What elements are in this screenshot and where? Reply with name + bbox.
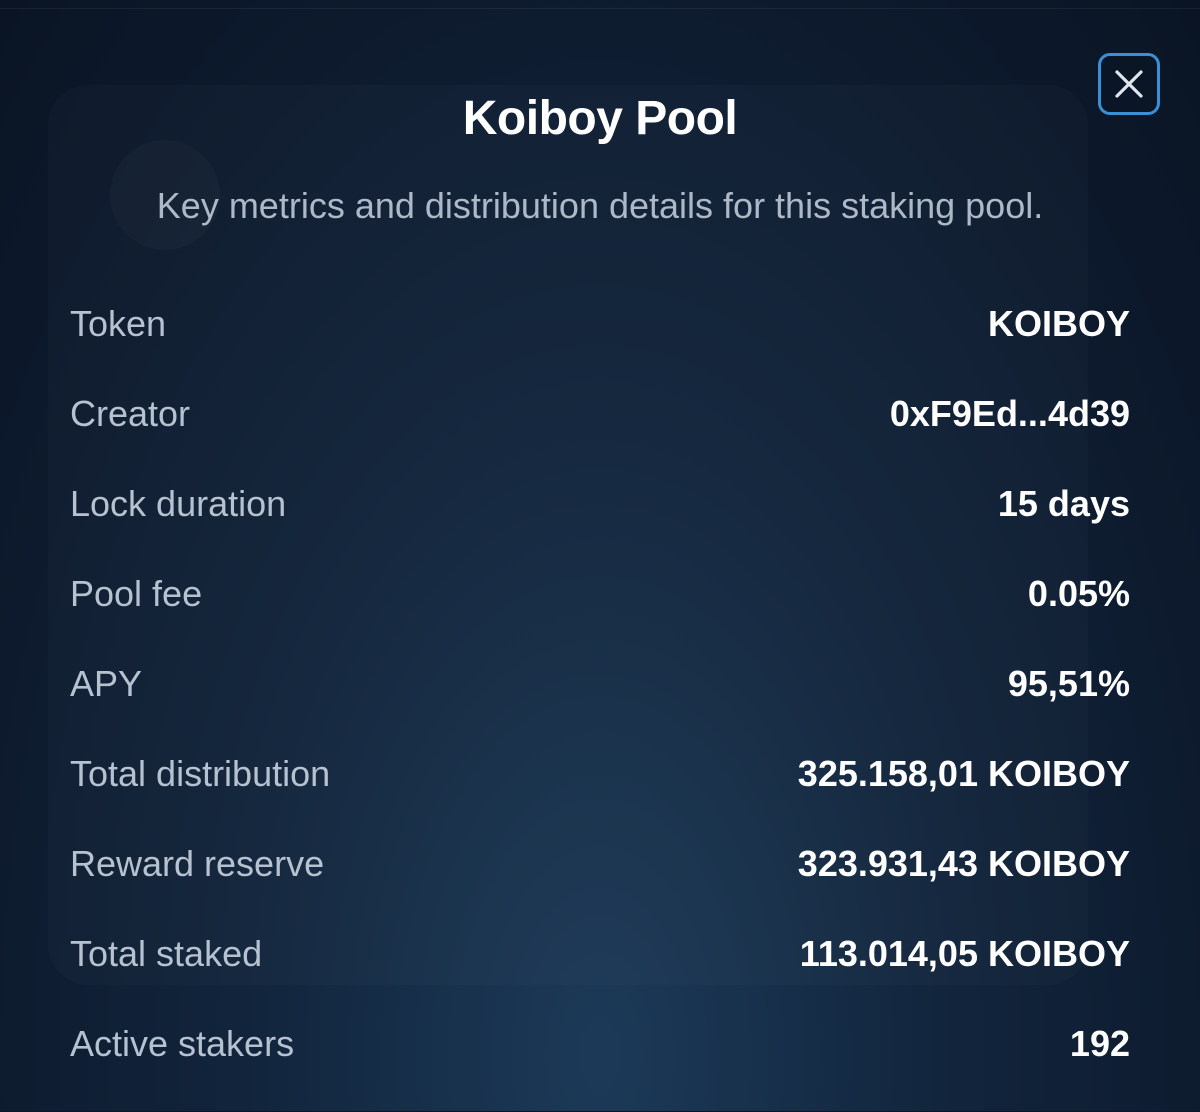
metric-row-lock-duration: Lock duration 15 days — [70, 459, 1130, 549]
metric-label: Active stakers — [70, 1023, 295, 1064]
metric-label: Reward reserve — [70, 843, 325, 884]
metric-row-token: Token KOIBOY — [70, 279, 1130, 369]
modal-subtitle: Key metrics and distribution details for… — [156, 185, 1044, 226]
metric-row-active-stakers: Active stakers 192 — [70, 999, 1130, 1089]
metric-value: 15 days — [997, 483, 1130, 524]
metric-row-reward-reserve: Reward reserve 323.931,43 KOIBOY — [70, 819, 1130, 909]
metric-value: 113.014,05 KOIBOY — [799, 933, 1130, 974]
metric-value: 323.931,43 KOIBOY — [797, 843, 1130, 884]
modal-title: Koiboy Pool — [462, 92, 738, 145]
metric-value: 192 — [1069, 1023, 1130, 1064]
metric-row-apy: APY 95,51% — [70, 639, 1130, 729]
metric-value: 95,51% — [1007, 663, 1130, 704]
metric-value: 0xF9Ed...4d39 — [889, 393, 1130, 434]
metric-row-pool-fee: Pool fee 0.05% — [70, 549, 1130, 639]
metric-label: APY — [70, 663, 143, 704]
metric-row-creator: Creator 0xF9Ed...4d39 — [70, 369, 1130, 459]
metric-label: Lock duration — [70, 483, 287, 524]
metric-value: 0.05% — [1027, 573, 1130, 614]
pool-details-modal: Koiboy Pool Key metrics and distribution… — [0, 8, 1200, 1112]
metric-label: Creator — [70, 393, 191, 434]
metric-value: 325.158,01 KOIBOY — [797, 753, 1130, 794]
metric-row-total-distribution: Total distribution 325.158,01 KOIBOY — [70, 729, 1130, 819]
metrics-list: Token KOIBOY Creator 0xF9Ed...4d39 Lock … — [70, 279, 1130, 1089]
metric-label: Token — [70, 303, 167, 344]
metric-label: Total distribution — [70, 753, 331, 794]
metric-label: Pool fee — [70, 573, 203, 614]
metric-label: Total staked — [70, 933, 263, 974]
metric-value: KOIBOY — [987, 303, 1130, 344]
metric-row-total-staked: Total staked 113.014,05 KOIBOY — [70, 909, 1130, 999]
